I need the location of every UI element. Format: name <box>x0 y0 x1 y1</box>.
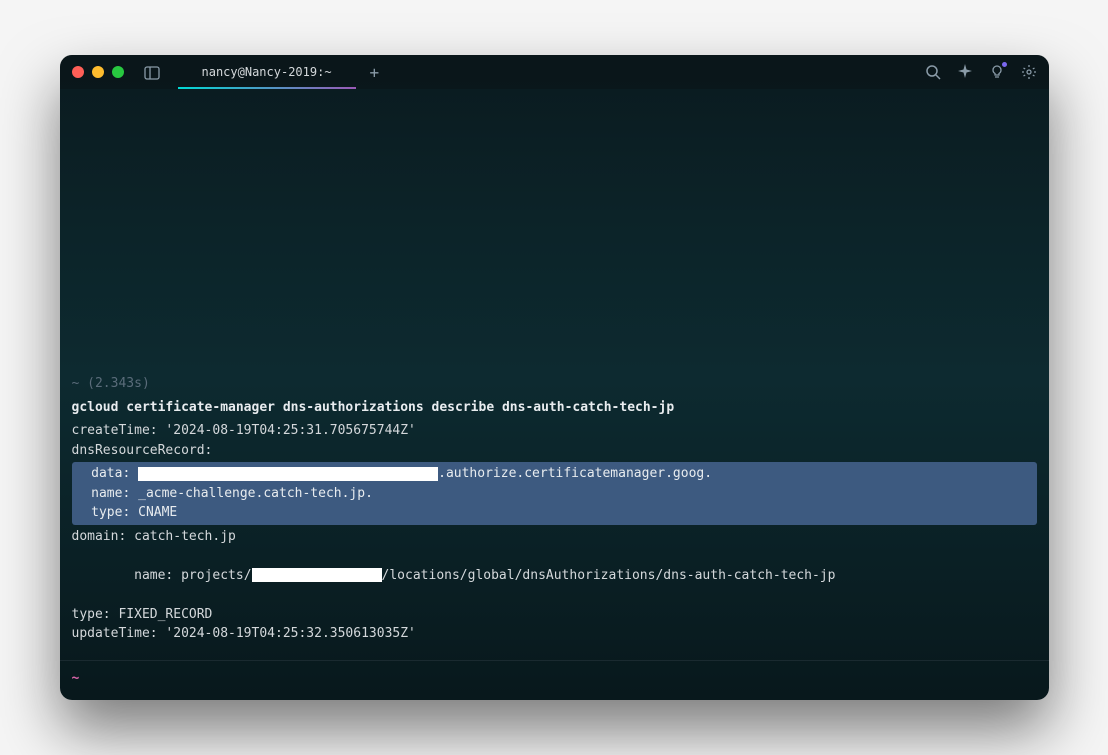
traffic-lights <box>72 66 124 78</box>
redacted-project <box>252 568 382 582</box>
tab-title: nancy@Nancy-2019:~ <box>202 65 332 79</box>
output-create-time: createTime: '2024-08-19T04:25:31.7056757… <box>72 421 1037 441</box>
output-name: name: projects//locations/global/dnsAuth… <box>72 546 1037 605</box>
output-domain: domain: catch-tech.jp <box>72 527 1037 547</box>
notification-dot <box>1002 62 1007 67</box>
output-type: type: FIXED_RECORD <box>72 605 1037 625</box>
titlebar-actions <box>925 64 1037 80</box>
prompt-line: ~ (2.343s) <box>72 374 1037 394</box>
active-prompt[interactable]: ~ <box>60 669 1049 701</box>
highlighted-selection: data: .authorize.certificatemanager.goog… <box>72 462 1037 525</box>
minimize-button[interactable] <box>92 66 104 78</box>
section-divider <box>60 660 1049 661</box>
command-output-block: ~ (2.343s) gcloud certificate-manager dn… <box>60 374 1049 652</box>
redacted-data <box>138 467 438 481</box>
command-line: gcloud certificate-manager dns-authoriza… <box>72 398 1037 418</box>
terminal-body[interactable]: ~ (2.343s) gcloud certificate-manager dn… <box>60 89 1049 700</box>
new-tab-button[interactable]: + <box>356 55 394 89</box>
maximize-button[interactable] <box>112 66 124 78</box>
search-icon[interactable] <box>925 64 941 80</box>
output-dns-record-header: dnsResourceRecord: <box>72 441 1037 461</box>
settings-icon[interactable] <box>1021 64 1037 80</box>
sparkle-icon[interactable] <box>957 64 973 80</box>
window-titlebar: nancy@Nancy-2019:~ + <box>60 55 1049 89</box>
close-button[interactable] <box>72 66 84 78</box>
terminal-window: nancy@Nancy-2019:~ + <box>60 55 1049 700</box>
tab-bar: nancy@Nancy-2019:~ + <box>178 55 394 89</box>
terminal-tab[interactable]: nancy@Nancy-2019:~ <box>178 55 356 89</box>
output-name-line: name: _acme-challenge.catch-tech.jp. <box>76 484 1033 504</box>
panes-icon[interactable] <box>144 65 160 79</box>
prompt-tilde: ~ <box>72 671 80 686</box>
lightbulb-icon[interactable] <box>989 64 1005 80</box>
output-data-line: data: .authorize.certificatemanager.goog… <box>76 464 1033 484</box>
output-update-time: updateTime: '2024-08-19T04:25:32.3506130… <box>72 624 1037 644</box>
output-type-line: type: CNAME <box>76 503 1033 523</box>
